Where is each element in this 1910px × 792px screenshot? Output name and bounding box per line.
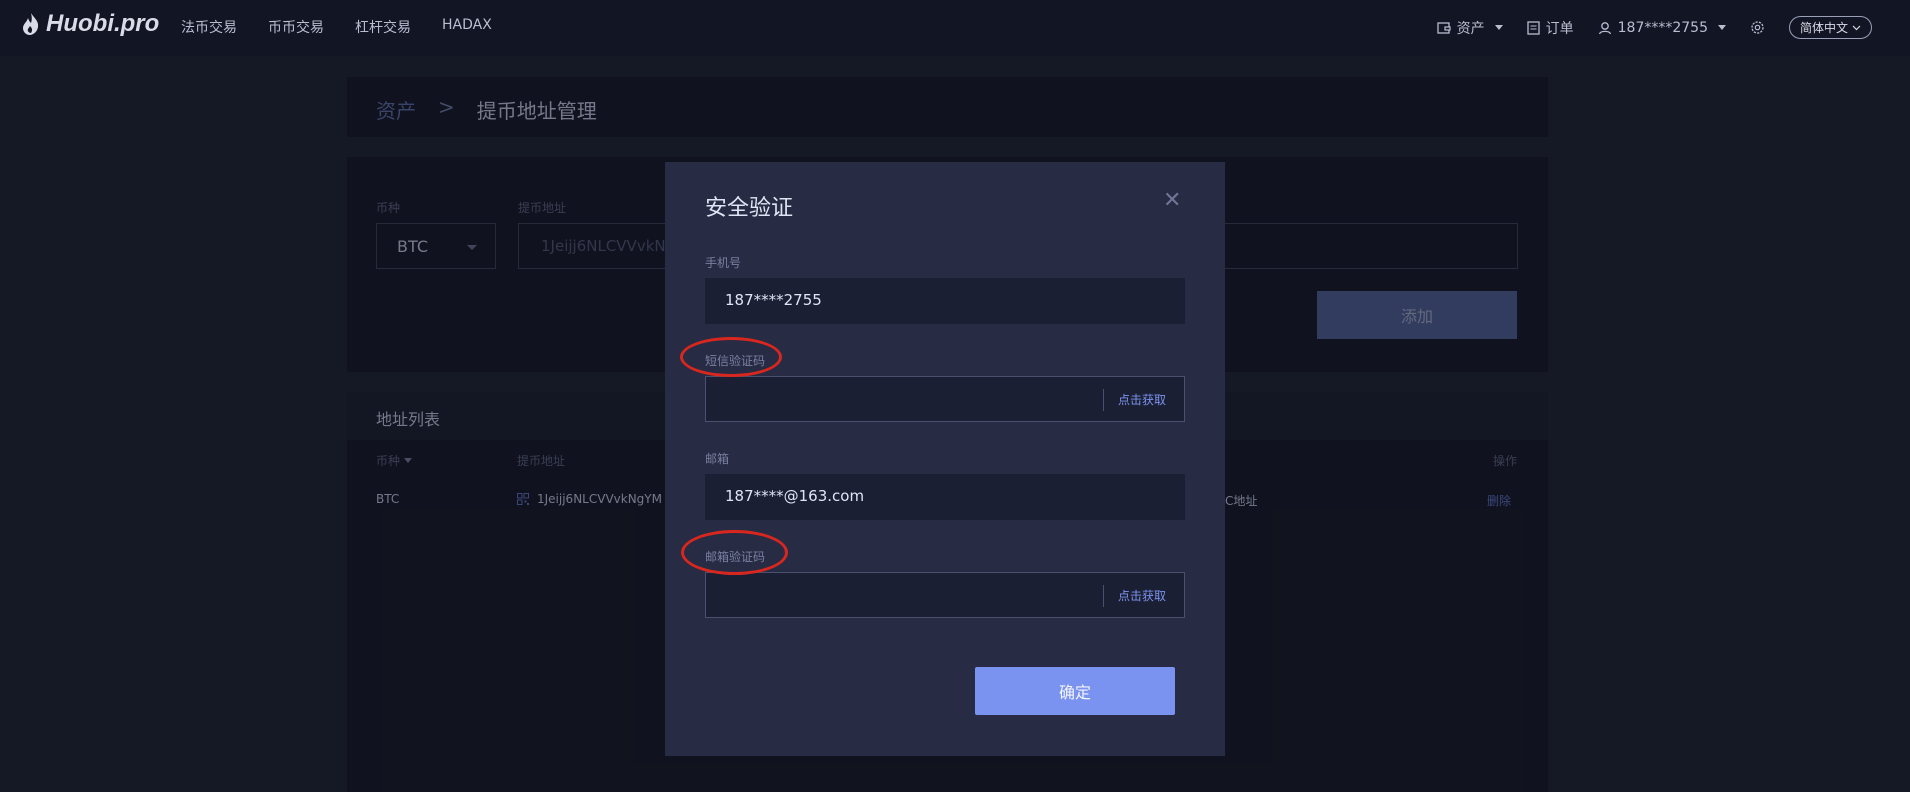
right-nav: 资产 订单 187****2755 简体中文 <box>1436 16 1872 39</box>
email-code-input[interactable]: 点击获取 <box>705 572 1185 618</box>
flame-icon <box>23 13 39 35</box>
main-nav: 法币交易 币币交易 杠杆交易 HADAX <box>181 17 492 37</box>
document-icon <box>1526 20 1540 35</box>
sms-code-input[interactable]: 点击获取 <box>705 376 1185 422</box>
phone-field: 187****2755 <box>705 278 1185 324</box>
language-selector[interactable]: 简体中文 <box>1788 16 1872 39</box>
top-bar: Huobi.pro 法币交易 币币交易 杠杆交易 HADAX 资产 订单 187… <box>0 0 1910 56</box>
nav-coin-trade[interactable]: 币币交易 <box>268 17 324 37</box>
chevron-down-icon <box>1717 25 1726 30</box>
wallet-icon <box>1436 21 1451 34</box>
nav-margin-trade[interactable]: 杠杆交易 <box>355 17 411 37</box>
user-menu[interactable]: 187****2755 <box>1598 20 1726 36</box>
email-get-code-button[interactable]: 点击获取 <box>1102 585 1184 607</box>
sms-get-code-button[interactable]: 点击获取 <box>1102 389 1184 411</box>
annotation-ellipse <box>681 530 788 575</box>
orders-link[interactable]: 订单 <box>1526 18 1574 38</box>
email-label: 邮箱 <box>705 452 730 466</box>
security-verification-modal: 安全验证 ✕ 手机号 187****2755 短信验证码 点击获取 邮箱 187… <box>665 162 1225 756</box>
assets-menu[interactable]: 资产 <box>1436 18 1503 38</box>
language-label: 简体中文 <box>1799 21 1848 35</box>
gear-icon[interactable] <box>1750 20 1765 35</box>
phone-label: 手机号 <box>705 256 742 270</box>
assets-label: 资产 <box>1456 20 1485 37</box>
nav-hadax[interactable]: HADAX <box>442 17 492 37</box>
email-field: 187****@163.com <box>705 474 1185 520</box>
close-icon[interactable]: ✕ <box>1163 190 1181 212</box>
user-icon <box>1598 21 1611 34</box>
annotation-ellipse <box>680 337 782 377</box>
phone-value: 187****2755 <box>725 291 822 309</box>
email-value: 187****@163.com <box>725 487 865 505</box>
chevron-down-icon <box>1852 25 1861 30</box>
orders-label: 订单 <box>1545 20 1574 37</box>
chevron-down-icon <box>1494 25 1503 30</box>
modal-title: 安全验证 <box>705 196 794 221</box>
user-label: 187****2755 <box>1617 19 1708 36</box>
logo[interactable]: Huobi.pro <box>22 10 159 38</box>
confirm-button[interactable]: 确定 <box>975 667 1175 715</box>
logo-text: Huobi.pro <box>46 10 160 37</box>
nav-fiat-trade[interactable]: 法币交易 <box>181 17 237 37</box>
